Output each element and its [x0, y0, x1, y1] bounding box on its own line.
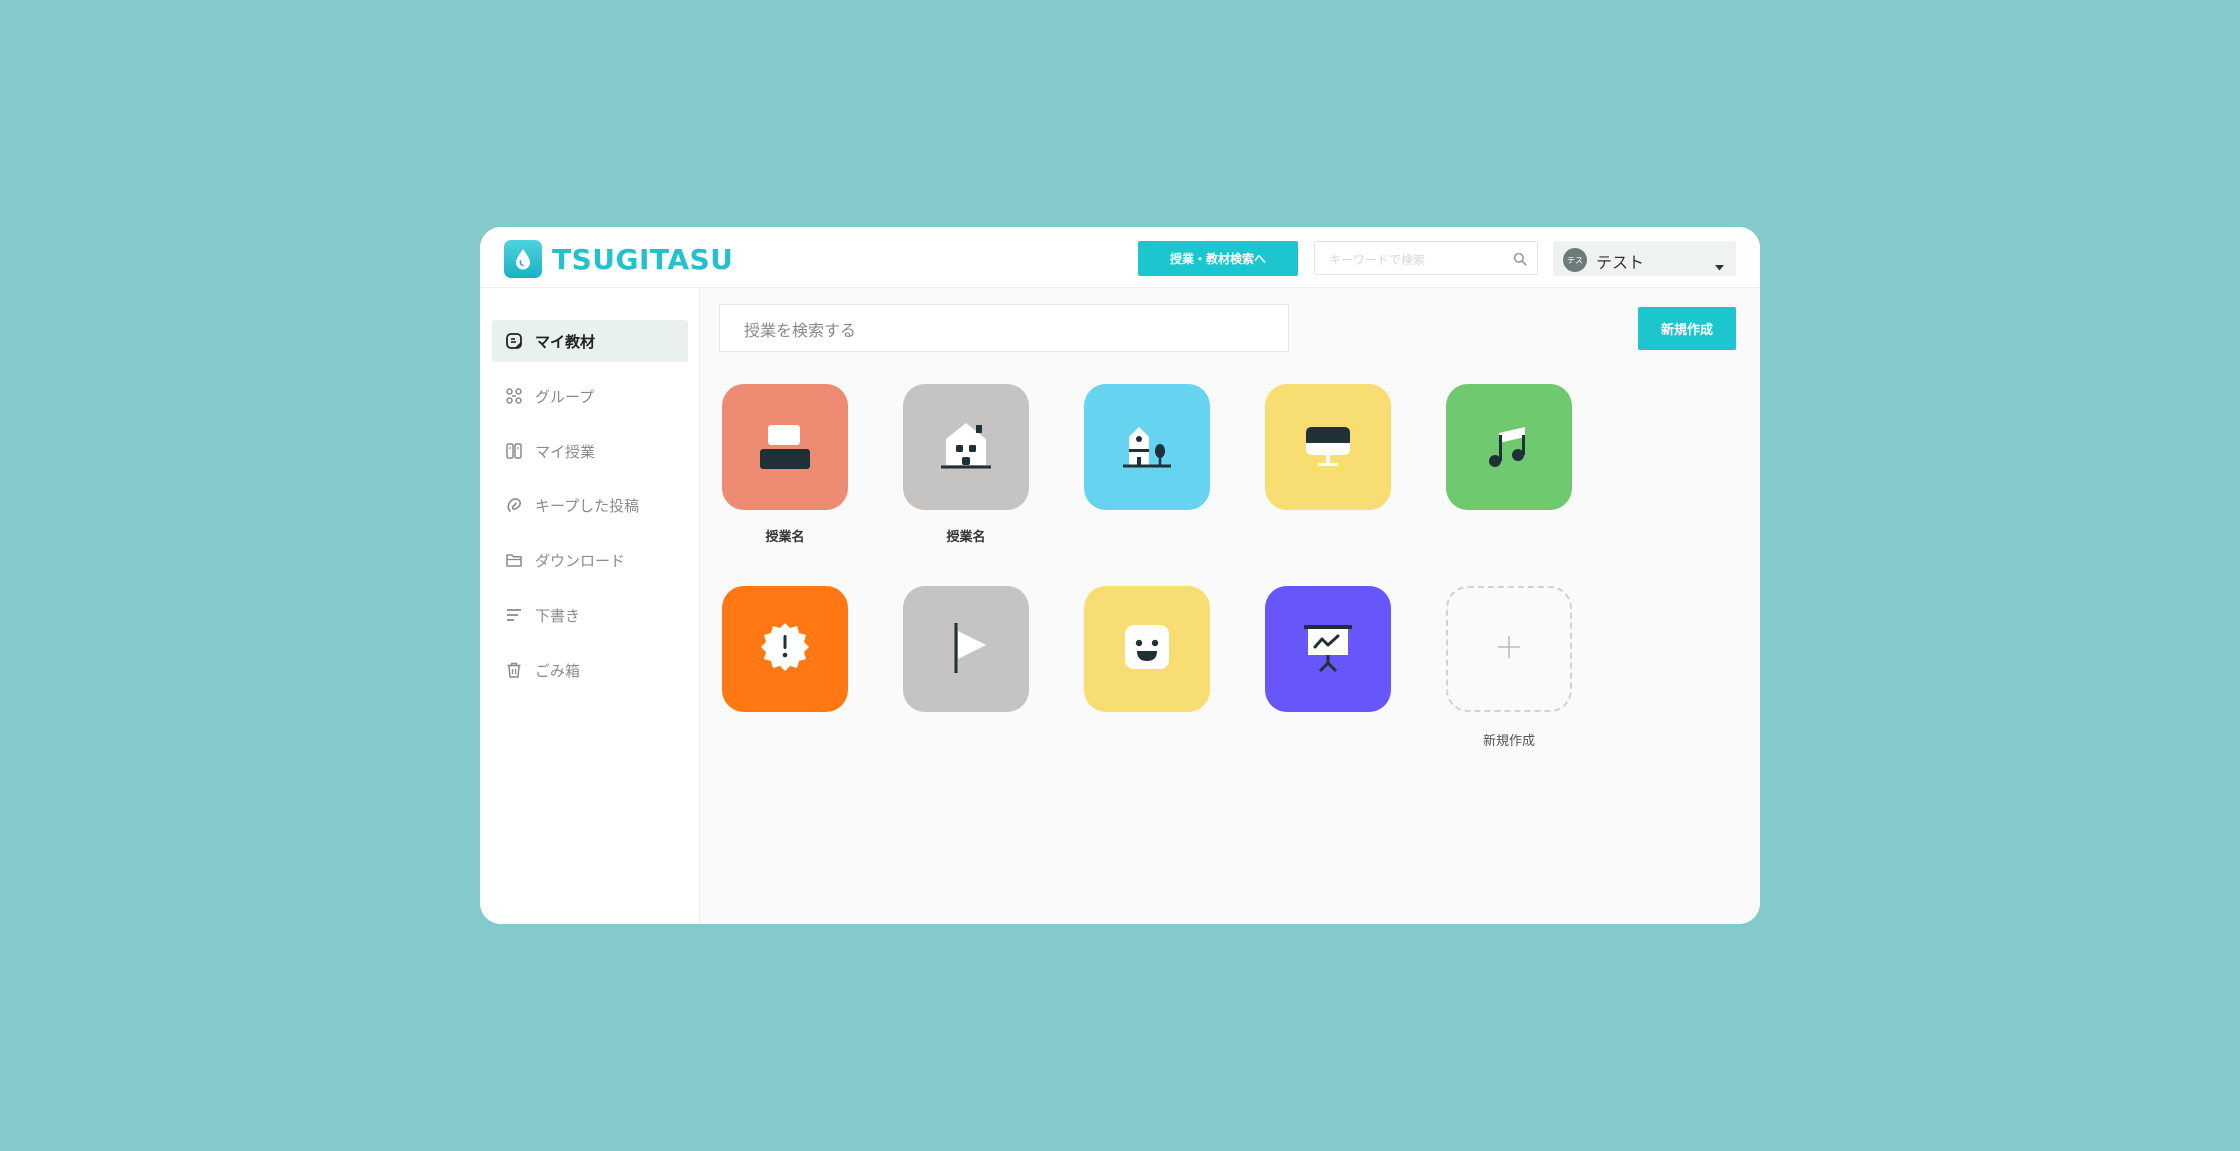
class-search	[719, 304, 1289, 352]
main-content: 新規作成 授業名 授業名	[700, 288, 1760, 924]
sidebar-item-label: グループ	[535, 387, 595, 406]
document-icon	[505, 332, 523, 350]
sidebar-item-drafts[interactable]: 下書き	[492, 594, 688, 636]
lesson-tile[interactable]	[903, 384, 1029, 510]
new-lesson-tile-label: 新規作成	[1482, 734, 1535, 749]
presentation-icon	[1298, 617, 1358, 681]
sidebar-item-kept-posts[interactable]: キープした投稿	[492, 484, 688, 526]
sidebar-item-label: キープした投稿	[535, 496, 640, 515]
sidebar-item-label: ダウンロード	[535, 551, 626, 570]
plus-icon	[1496, 634, 1522, 664]
sidebar: マイ教材 グループ マイ授業 キープした投稿 ダウンロード 下書き ごみ箱	[480, 288, 700, 924]
lesson-tile[interactable]	[1084, 586, 1210, 712]
user-menu[interactable]: テス テスト	[1553, 241, 1736, 276]
sidebar-item-label: 下書き	[535, 606, 581, 625]
lesson-tile[interactable]	[722, 586, 848, 712]
music-note-icon	[1479, 415, 1539, 479]
house-icon	[936, 415, 996, 479]
new-lesson-tile[interactable]	[1446, 586, 1572, 712]
monitor-icon	[1298, 415, 1358, 479]
new-create-button[interactable]: 新規作成	[1638, 307, 1736, 350]
sidebar-item-group[interactable]: グループ	[492, 375, 688, 417]
user-name: テスト	[1596, 253, 1645, 272]
trash-icon	[505, 661, 523, 679]
avatar: テス	[1563, 248, 1587, 272]
folder-icon	[505, 551, 523, 569]
lines-icon	[505, 606, 523, 624]
sidebar-item-label: マイ授業	[535, 442, 596, 461]
sidebar-item-trash[interactable]: ごみ箱	[492, 649, 688, 691]
building-tree-icon	[1117, 415, 1177, 479]
lesson-tile[interactable]	[1265, 384, 1391, 510]
lesson-tile[interactable]	[1265, 586, 1391, 712]
keyword-search	[1314, 241, 1538, 275]
lesson-tile[interactable]	[903, 586, 1029, 712]
sidebar-item-label: マイ教材	[535, 332, 596, 351]
keyword-search-input[interactable]	[1327, 249, 1501, 271]
header: TSUGITASU 授業・教材検索へ テス テスト	[480, 227, 1760, 288]
class-search-input[interactable]	[742, 318, 1266, 342]
flag-icon	[936, 617, 996, 681]
alert-badge-icon	[755, 617, 815, 681]
sidebar-item-my-materials[interactable]: マイ教材	[492, 320, 688, 362]
app-window: TSUGITASU 授業・教材検索へ テス テスト マイ教材	[480, 227, 1760, 924]
group-icon	[505, 387, 523, 405]
lesson-tile[interactable]	[1446, 384, 1572, 510]
logo-text: TSUGITASU	[552, 242, 734, 276]
search-icon[interactable]	[1513, 251, 1527, 270]
lesson-icon	[505, 442, 523, 460]
caret-down-icon	[1715, 256, 1724, 275]
logo[interactable]: TSUGITASU	[504, 240, 733, 278]
lesson-tile-label: 授業名	[765, 530, 805, 545]
sidebar-item-my-lessons[interactable]: マイ授業	[492, 430, 688, 472]
clip-icon	[505, 496, 523, 514]
lesson-tile-label: 授業名	[946, 530, 986, 545]
drop-icon	[504, 240, 542, 278]
lesson-tile[interactable]	[1084, 384, 1210, 510]
search-materials-button[interactable]: 授業・教材検索へ	[1138, 241, 1298, 276]
sidebar-item-download[interactable]: ダウンロード	[492, 539, 688, 581]
lesson-tile[interactable]	[722, 384, 848, 510]
blocks-icon	[755, 415, 815, 479]
sidebar-item-label: ごみ箱	[535, 661, 581, 680]
smile-icon	[1117, 617, 1177, 681]
